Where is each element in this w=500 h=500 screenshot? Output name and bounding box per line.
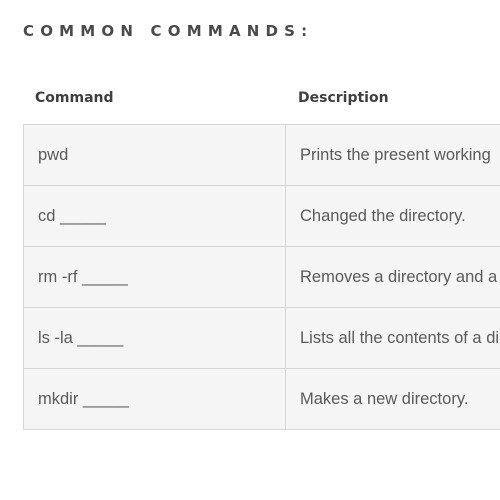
section-title: COMMON COMMANDS: [23,22,314,40]
command-cell: ls -la _____ [24,308,286,368]
command-cell: cd _____ [24,186,286,246]
table-row: ls -la _____ Lists all the contents of a… [24,308,500,369]
table-row: cd _____ Changed the directory. [24,186,500,247]
header-command: Command [35,90,114,106]
description-cell: Removes a directory and a [300,267,498,286]
header-description: Description [298,90,389,106]
commands-table: pwd Prints the present working cd _____ … [23,124,500,430]
description-cell: Lists all the contents of a di [300,328,500,347]
description-cell: Prints the present working [300,145,491,164]
command-cell: rm -rf _____ [24,247,286,307]
description-cell: Makes a new directory. [300,389,469,408]
table-row: mkdir _____ Makes a new directory. [24,369,500,430]
table-row: pwd Prints the present working [24,125,500,186]
command-cell: mkdir _____ [24,369,286,429]
command-cell: pwd [24,125,286,185]
table-row: rm -rf _____ Removes a directory and a [24,247,500,308]
description-cell: Changed the directory. [300,206,466,225]
